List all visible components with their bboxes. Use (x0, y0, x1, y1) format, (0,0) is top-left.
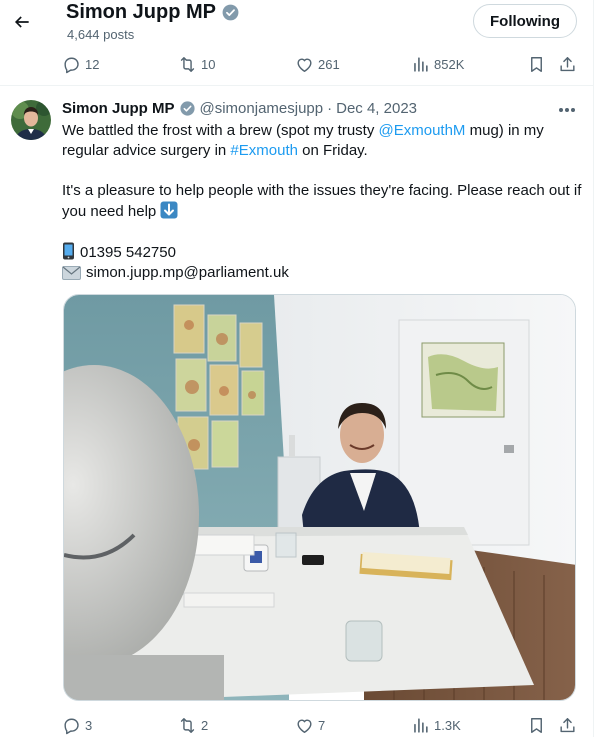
views-button[interactable]: 1.3K (411, 713, 461, 737)
share-icon (560, 56, 575, 71)
reply-icon (64, 718, 79, 734)
tweet-text: We battled the frost with a brew (spot m… (62, 121, 587, 283)
text-segment: We battled the frost with a brew (spot m… (62, 122, 379, 139)
down-arrow-emoji-icon (160, 201, 178, 219)
like-icon (297, 718, 312, 733)
header-name: Simon Jupp MP (66, 1, 216, 23)
repost-icon (180, 56, 195, 72)
tweet-date[interactable]: Dec 4, 2023 (336, 100, 417, 117)
text-segment: regular advice surgery in (62, 142, 231, 159)
repost-button[interactable]: 10 (178, 52, 215, 76)
text-segment: mug) in my (465, 122, 544, 139)
envelope-emoji-icon (62, 266, 81, 280)
like-button[interactable]: 261 (295, 52, 340, 76)
tweet-header: Simon Jupp MP @simonjamesjupp · Dec 4, 2… (62, 100, 417, 117)
bookmark-icon (531, 717, 542, 733)
phone-number: 01395 542750 (80, 244, 176, 261)
verified-badge-icon (179, 101, 195, 116)
phone-emoji-icon (63, 242, 74, 260)
paragraph-two: It's a pleasure to help people with the … (62, 182, 582, 220)
like-count: 7 (318, 717, 326, 733)
hashtag-link[interactable]: #Exmouth (230, 142, 298, 159)
bookmark-icon (531, 56, 542, 72)
views-button[interactable]: 852K (411, 52, 464, 76)
tweet-photo[interactable] (63, 294, 576, 701)
following-button[interactable]: Following (473, 4, 577, 38)
like-button[interactable]: 7 (295, 713, 325, 737)
repost-icon (180, 717, 195, 733)
header-title: Simon Jupp MP (66, 1, 240, 24)
like-count: 261 (318, 56, 340, 72)
verified-badge-icon (222, 4, 239, 21)
back-button[interactable] (8, 8, 36, 36)
separator: · (327, 100, 333, 117)
tweet-actions: 3 2 7 1.3K (0, 713, 593, 737)
profile-header: Simon Jupp MP 4,644 posts Following (0, 0, 593, 48)
repost-count: 10 (201, 56, 216, 72)
share-icon (560, 717, 575, 732)
tweet-divider (0, 85, 593, 86)
reply-icon (64, 57, 79, 73)
mention-link[interactable]: @ExmouthM (379, 122, 466, 139)
views-count: 1.3K (434, 717, 461, 733)
like-icon (297, 57, 312, 72)
back-arrow-icon (14, 16, 29, 28)
display-name[interactable]: Simon Jupp MP (62, 100, 175, 117)
share-button[interactable] (558, 52, 577, 76)
prev-tweet-actions: 12 10 261 852K (0, 52, 593, 76)
handle[interactable]: @simonjamesjupp (200, 100, 324, 117)
post-count: 4,644 posts (67, 27, 135, 42)
views-icon (414, 717, 428, 733)
repost-button[interactable]: 2 (178, 713, 208, 737)
bookmark-button[interactable] (527, 52, 546, 76)
avatar[interactable] (11, 100, 51, 140)
more-icon (559, 108, 575, 112)
reply-count: 12 (85, 56, 100, 72)
views-icon (414, 56, 428, 72)
reply-button[interactable]: 12 (62, 52, 99, 76)
share-button[interactable] (558, 713, 577, 737)
repost-count: 2 (201, 717, 209, 733)
more-button[interactable] (556, 100, 578, 120)
right-gutter (594, 0, 609, 737)
reply-button[interactable]: 3 (62, 713, 92, 737)
reply-count: 3 (85, 717, 93, 733)
email-address: simon.jupp.mp@parliament.uk (86, 264, 289, 281)
text-segment: on Friday. (297, 142, 368, 159)
bookmark-button[interactable] (527, 713, 546, 737)
views-count: 852K (434, 56, 465, 72)
